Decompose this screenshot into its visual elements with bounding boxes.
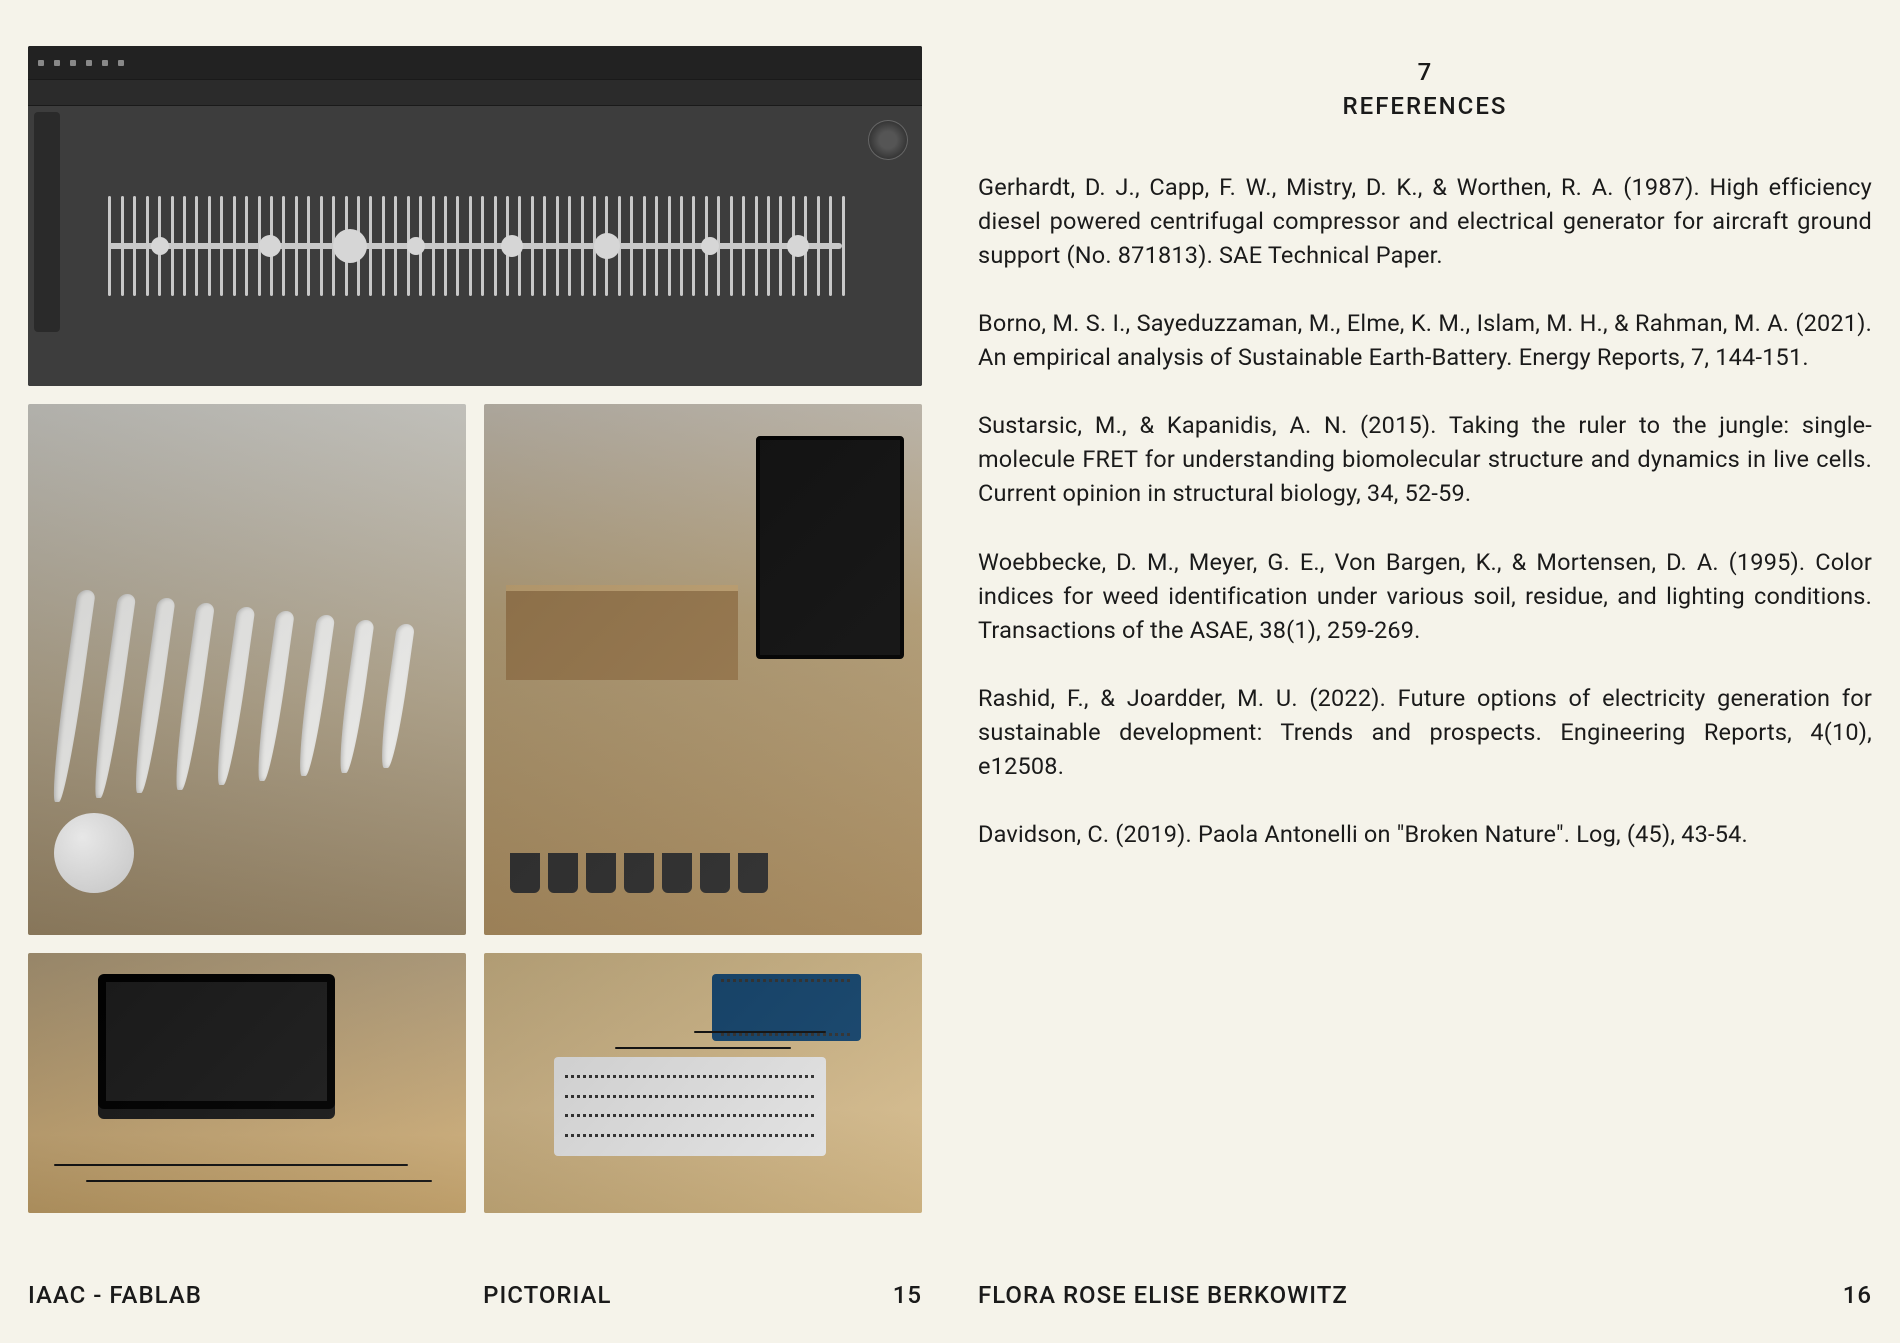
laptop-icon [98, 974, 335, 1109]
figure-3d-print-closeup [28, 404, 466, 935]
blender-toolbar [28, 80, 922, 106]
arduino-board-icon [712, 974, 861, 1042]
reference-entry: Rashid, F., & Joardder, M. U. (2022). Fu… [978, 681, 1872, 783]
soil-cups-row [510, 786, 887, 892]
figure-blender-viewport: // deferred DOM gen in later section wou… [28, 46, 922, 386]
footer-author: FLORA ROSE ELISE BERKOWITZ [978, 1281, 1348, 1309]
blender-3d-viewport: // deferred DOM gen in later section wou… [28, 106, 922, 386]
image-grid: // deferred DOM gen in later section wou… [28, 46, 922, 1213]
footer-right-page: FLORA ROSE ELISE BERKOWITZ 16 [978, 1281, 1872, 1309]
page-right: 7 REFERENCES Gerhardt, D. J., Capp, F. W… [950, 0, 1900, 1343]
footer-left-page: IAAC - FABLAB PICTORIAL 15 [28, 1281, 922, 1309]
blender-tool-strip [34, 112, 60, 332]
references-list: Gerhardt, D. J., Capp, F. W., Mistry, D.… [978, 170, 1872, 851]
figure-arduino-breadboard [484, 953, 922, 1213]
printed-sphere-icon [54, 813, 134, 893]
orientation-gizmo-icon [868, 120, 908, 160]
section-number: 7 [978, 58, 1872, 86]
figure-workbench [484, 404, 922, 935]
footer-center-label: PICTORIAL [202, 1281, 893, 1309]
reference-entry: Woebbecke, D. M., Meyer, G. E., Von Barg… [978, 545, 1872, 647]
page-left: // deferred DOM gen in later section wou… [0, 0, 950, 1343]
references-heading: 7 REFERENCES [978, 58, 1872, 120]
breadboard-icon [554, 1057, 826, 1156]
blender-menubar [28, 46, 922, 80]
bench-monitor-icon [756, 436, 905, 659]
desk-wiring [46, 1119, 449, 1197]
bench-shelf [506, 585, 738, 681]
figure-laptop-desk [28, 953, 466, 1213]
reference-entry: Borno, M. S. I., Sayeduzzaman, M., Elme,… [978, 306, 1872, 374]
reference-entry: Sustarsic, M., & Kapanidis, A. N. (2015)… [978, 408, 1872, 510]
reference-entry: Davidson, C. (2019). Paola Antonelli on … [978, 817, 1872, 851]
footer-institution: IAAC - FABLAB [28, 1281, 202, 1309]
footer-page-number-left: 15 [893, 1281, 922, 1309]
page-spread: // deferred DOM gen in later section wou… [0, 0, 1900, 1343]
printed-ribs [63, 590, 431, 802]
spine-geometry: // deferred DOM gen in later section wou… [108, 186, 841, 306]
section-title: REFERENCES [978, 92, 1872, 120]
reference-entry: Gerhardt, D. J., Capp, F. W., Mistry, D.… [978, 170, 1872, 272]
footer-page-number-right: 16 [1843, 1281, 1872, 1309]
